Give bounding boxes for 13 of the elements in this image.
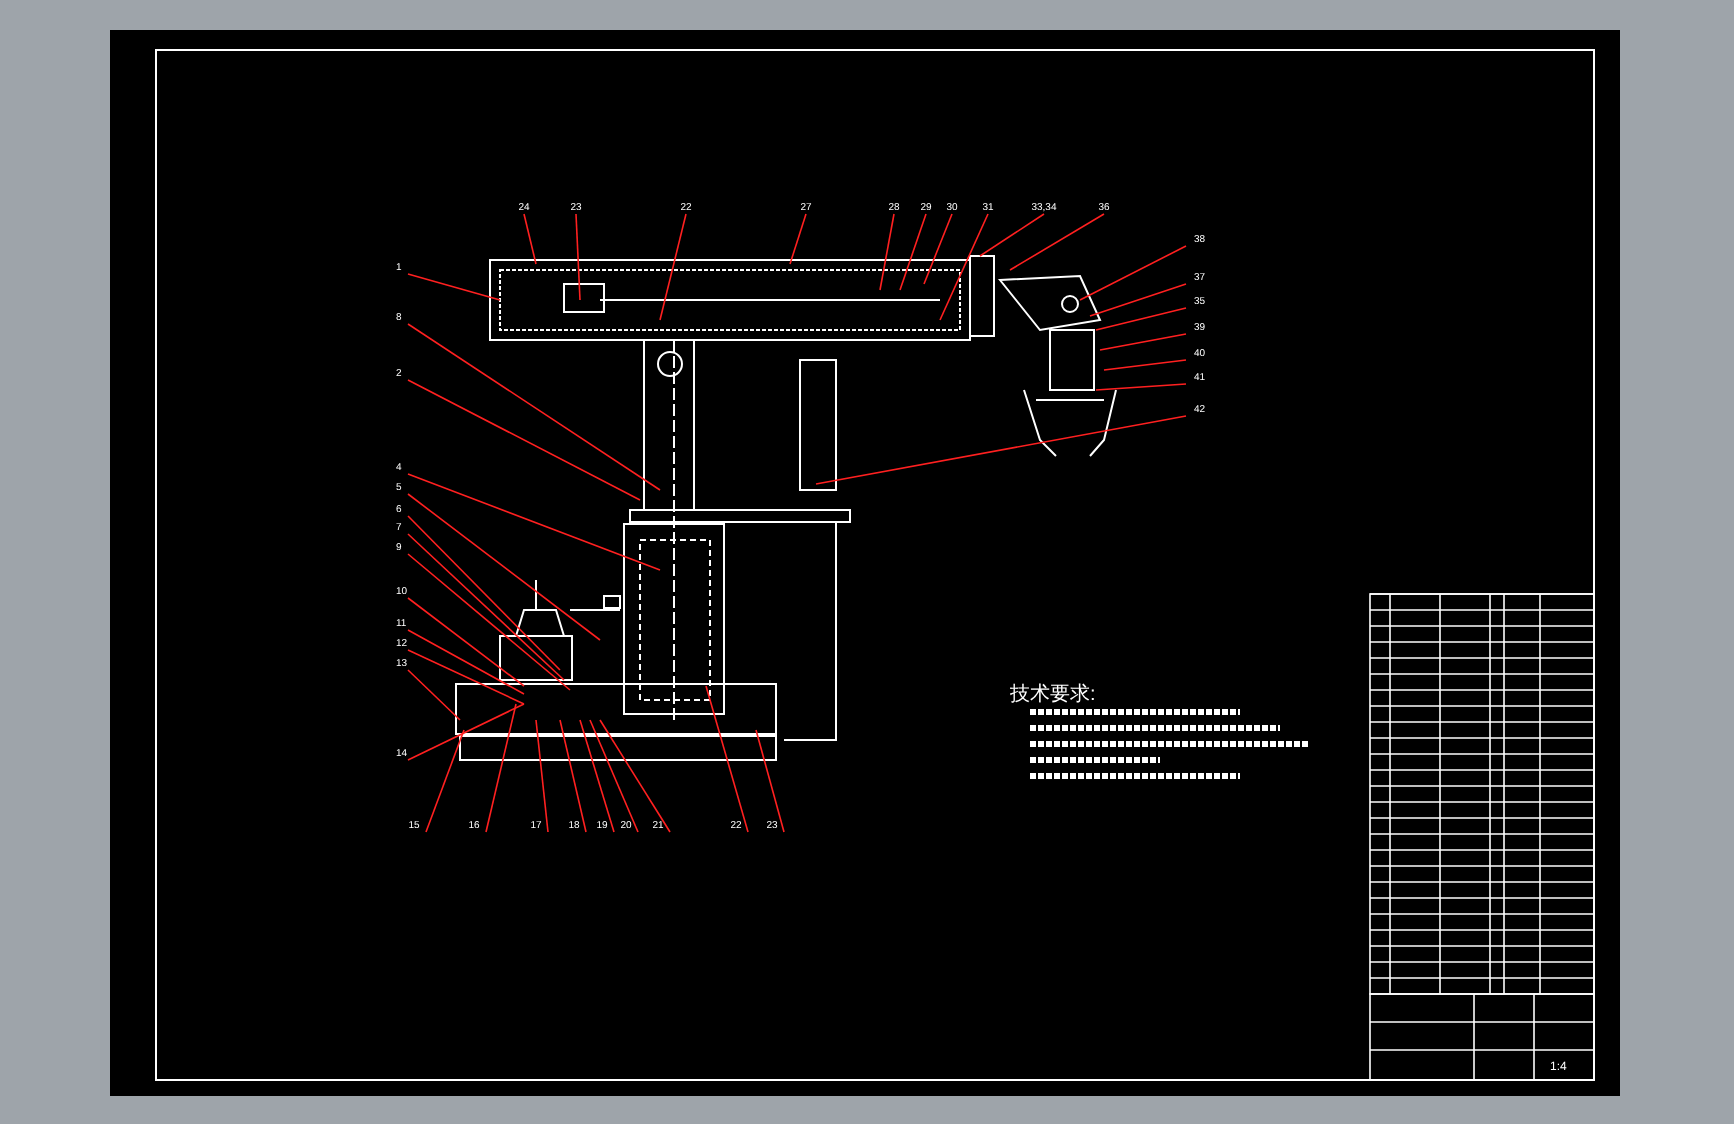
leader-line [755, 729, 785, 833]
leader-line [1099, 333, 1187, 351]
leader-line [1095, 307, 1187, 331]
leader-line [523, 213, 537, 265]
leader-line [879, 213, 895, 291]
leader-line [575, 213, 581, 301]
leader-line [789, 213, 807, 265]
leader-line [1095, 383, 1187, 391]
leader-line [1103, 359, 1187, 371]
notes-heading: 技术要求: [1010, 684, 1096, 706]
leader-line [535, 719, 549, 833]
leader-line [407, 273, 501, 301]
leader-line [899, 213, 927, 291]
